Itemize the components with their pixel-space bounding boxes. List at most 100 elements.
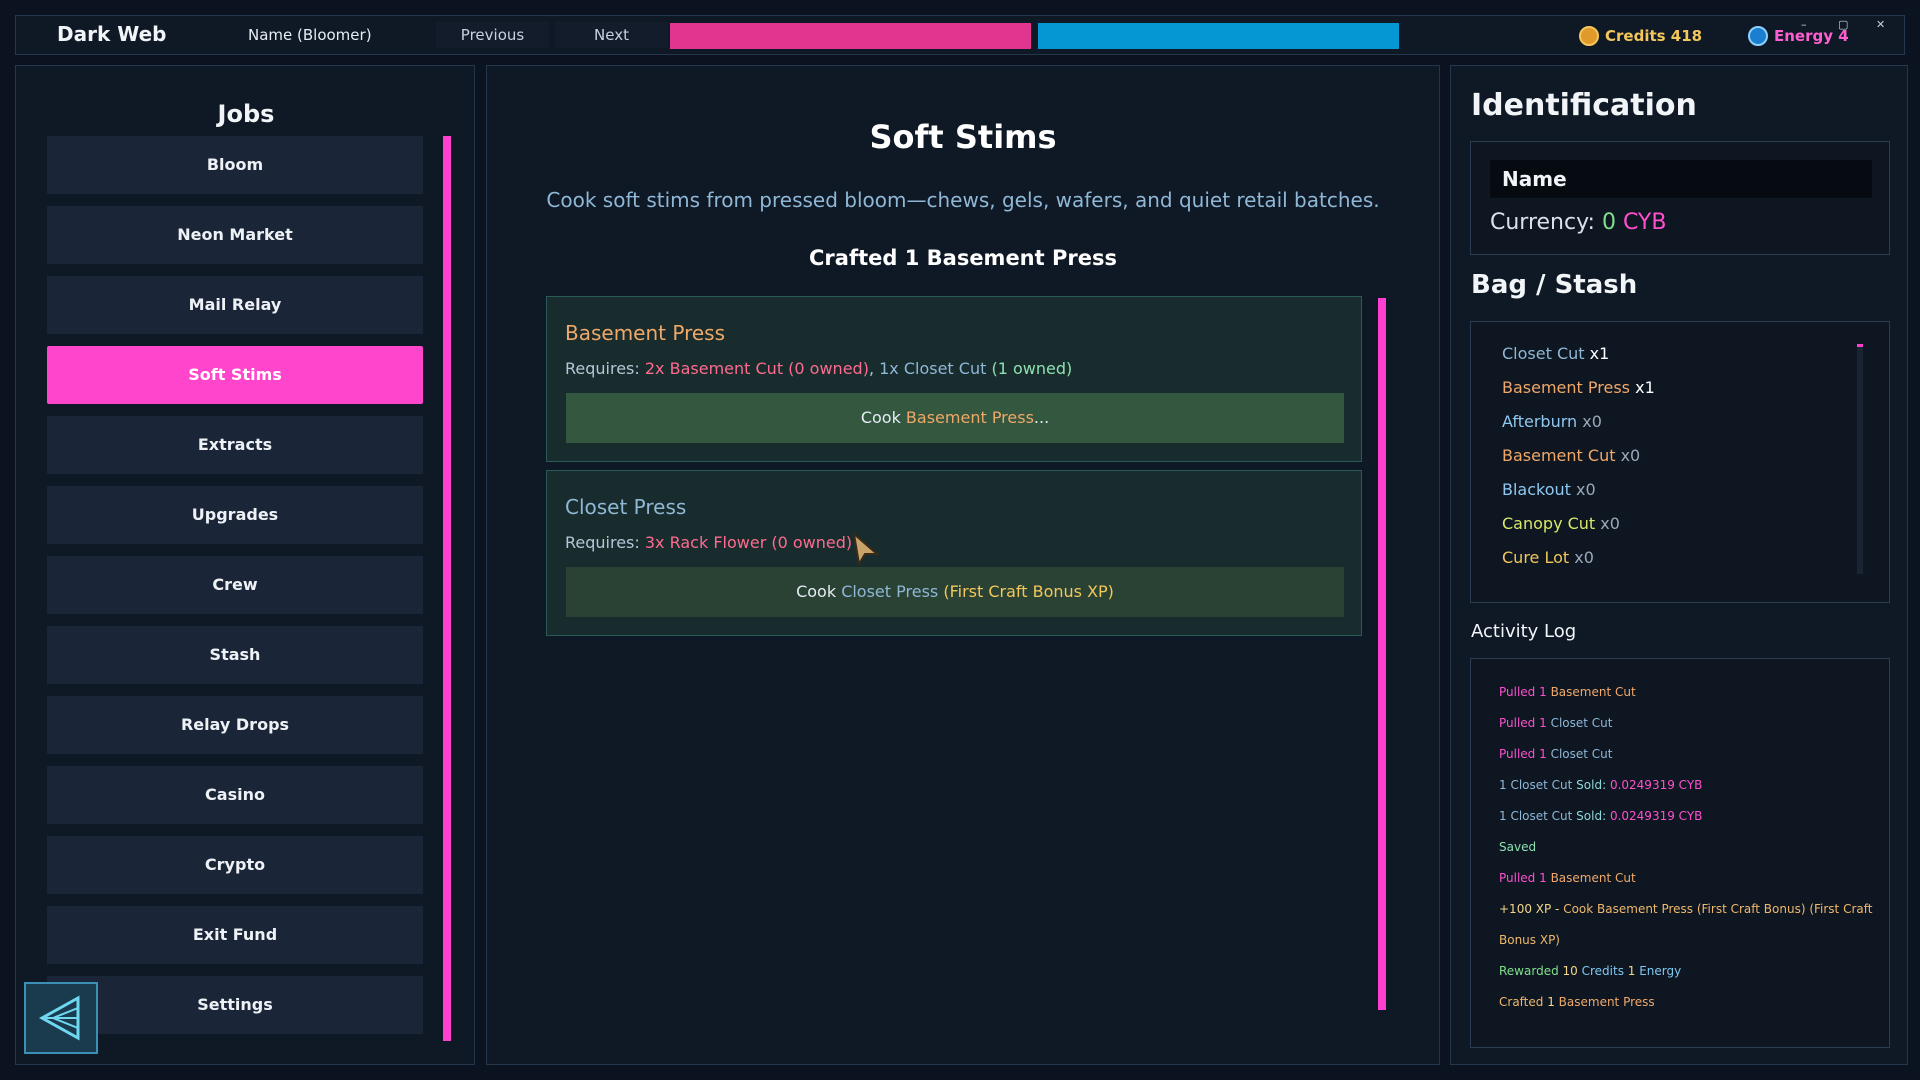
bag-item[interactable]: Basement Cut x0 [1502,446,1640,465]
log-entry: Pulled 1 Closet Cut [1499,739,1874,770]
log-segment: 1 [1627,964,1640,978]
sidebar-item-settings[interactable]: Settings [47,976,423,1034]
cook-basement-press-button[interactable]: Cook Basement Press... [566,393,1344,443]
log-segment: 1 Closet Cut [1499,778,1573,792]
cook-item-label: Closet Press [841,582,939,601]
sidebar-item-casino[interactable]: Casino [47,766,423,824]
page-description: Cook soft stims from pressed bloom—chews… [546,188,1380,212]
sidebar-item-neon-market[interactable]: Neon Market [47,206,423,264]
bag-item[interactable]: Canopy Cut x0 [1502,514,1620,533]
log-segment: Cook Basement Press (First Craft Bonus) … [1563,902,1873,916]
cook-item-label: Basement Press [905,408,1034,427]
log-segment: 1 [1539,747,1551,761]
requirement-separator: , [868,359,880,378]
sidebar-item-bloom[interactable]: Bloom [47,136,423,194]
previous-button[interactable]: Previous [436,22,549,48]
sidebar-item-crew[interactable]: Crew [47,556,423,614]
back-button[interactable] [24,982,98,1054]
bag-item-name: Basement Cut [1502,446,1616,465]
log-segment: Closet Cut [1550,716,1613,730]
identity-name: Name [1490,160,1872,198]
identification-title: Identification [1471,88,1697,123]
currency-row: Currency: 0 CYB [1490,210,1666,235]
sidebar-item-soft-stims[interactable]: Soft Stims [47,346,423,404]
cook-suffix: (First Craft Bonus XP) [938,582,1114,601]
bag-item[interactable]: Basement Press x1 [1502,378,1655,397]
energy-bar [1038,23,1399,49]
log-segment: 1 [1539,685,1551,699]
requirement-missing: 2x Basement Cut (0 owned) [644,359,869,378]
log-segment: 0.0249319 CYB [1609,809,1703,823]
main-panel: Soft Stims Cook soft stims from pressed … [486,65,1440,1065]
bag-scroll-thumb[interactable] [1857,344,1863,347]
cook-label: Cook [860,408,906,427]
recipe-card: Basement Press Requires: 2x Basement Cut… [546,296,1362,462]
bag-item[interactable]: Cure Lot x0 [1502,548,1594,567]
log-segment: Closet Cut [1550,747,1613,761]
log-segment: Basement Cut [1550,871,1636,885]
maximize-icon[interactable]: ▢ [1838,18,1848,31]
coin-icon [1579,26,1599,46]
log-segment: Crafted [1499,995,1548,1009]
main-scrollbar[interactable] [1378,298,1386,1010]
log-segment: 10 [1562,964,1582,978]
log-segment: Basement Press [1558,995,1655,1009]
log-entry: Saved [1499,832,1874,863]
recipe-title: Closet Press [565,495,687,519]
bag-item-qty: x0 [1574,548,1594,567]
requirement-item: 1x Closet Cut [879,359,987,378]
sidebar-item-relay-drops[interactable]: Relay Drops [47,696,423,754]
bag-item-name: Basement Press [1502,378,1630,397]
sidebar-item-extracts[interactable]: Extracts [47,416,423,474]
jobs-scrollbar[interactable] [443,136,451,1041]
cook-label: Cook [796,582,842,601]
bag-item[interactable]: Blackout x0 [1502,480,1596,499]
cook-suffix: ... [1033,408,1050,427]
identification-box: Name Currency: 0 CYB [1470,141,1890,255]
log-segment: 1 [1539,716,1551,730]
player-name[interactable]: Name (Bloomer) [248,26,372,44]
bag-item-name: Cure Lot [1502,548,1570,567]
log-segment: Saved [1499,840,1537,854]
bag-item-name: Blackout [1502,480,1571,499]
cook-closet-press-button[interactable]: Cook Closet Press (First Craft Bonus XP) [566,567,1344,617]
requires-label: Requires: [565,359,645,378]
back-triangle-icon [38,995,80,1041]
app-title: Dark Web [57,22,167,46]
log-segment: 1 [1547,995,1559,1009]
log-segment: 1 Closet Cut [1499,809,1573,823]
log-entry: 1 Closet Cut Sold: 0.0249319 CYB [1499,801,1874,832]
sidebar-item-exit-fund[interactable]: Exit Fund [47,906,423,964]
sidebar-item-stash[interactable]: Stash [47,626,423,684]
log-entry: Pulled 1 Closet Cut [1499,708,1874,739]
log-entry: +100 XP - Cook Basement Press (First Cra… [1499,894,1874,925]
page-title: Soft Stims [869,118,1057,156]
requires-label: Requires: [565,533,645,552]
log-segment: Credits [1581,964,1628,978]
activity-log: Pulled 1 Basement Cut Pulled 1 Closet Cut… [1470,658,1890,1048]
next-button[interactable]: Next [555,22,668,48]
bag-item[interactable]: Closet Cut x1 [1502,344,1609,363]
minimize-icon[interactable]: – [1801,18,1807,31]
log-segment: Sold: [1572,809,1610,823]
sidebar-item-crypto[interactable]: Crypto [47,836,423,894]
log-entry: Pulled 1 Basement Cut [1499,677,1874,708]
sidebar-item-upgrades[interactable]: Upgrades [47,486,423,544]
log-segment: Basement Cut [1550,685,1636,699]
energy-orb-icon [1748,26,1768,46]
bag-item[interactable]: Afterburn x0 [1502,412,1602,431]
top-bar: Dark Web Name (Bloomer) Previous Next Cr… [15,15,1905,55]
close-icon[interactable]: ✕ [1876,18,1885,31]
log-segment: Pulled [1499,871,1540,885]
recipe-requirements: Requires: 2x Basement Cut (0 owned), 1x … [565,359,1072,378]
info-panel: Identification Name Currency: 0 CYB Bag … [1450,65,1908,1065]
crafted-status: Crafted 1 Basement Press [809,246,1117,270]
sidebar-item-mail-relay[interactable]: Mail Relay [47,276,423,334]
bag-scrollbar[interactable] [1857,344,1863,574]
log-entry: 1 Closet Cut Sold: 0.0249319 CYB [1499,770,1874,801]
log-segment: Pulled [1499,685,1540,699]
mouse-cursor-icon [852,532,880,566]
bag-item-name: Canopy Cut [1502,514,1596,533]
bag-list: Closet Cut x1 Basement Press x1 Afterburn … [1470,321,1890,603]
activity-title: Activity Log [1471,621,1577,642]
